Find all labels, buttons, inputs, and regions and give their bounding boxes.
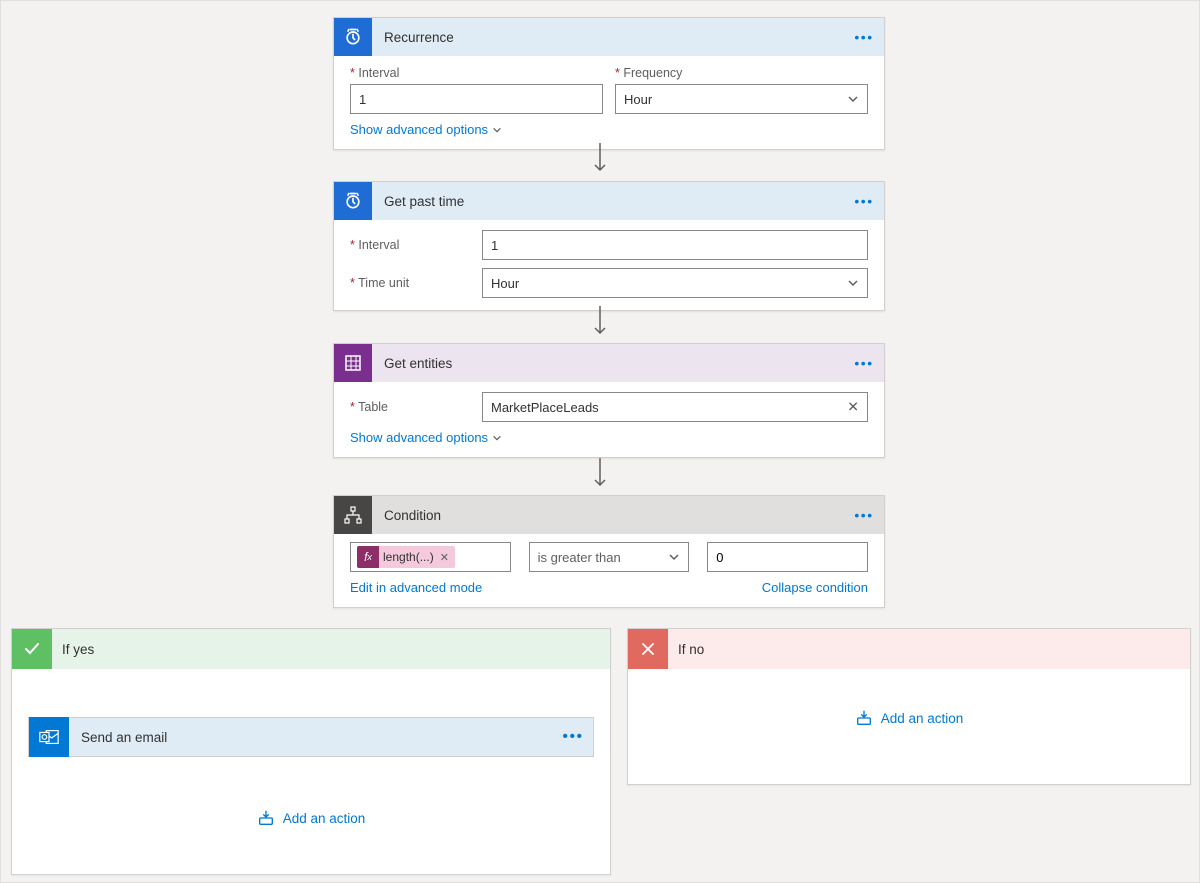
if-yes-add-action-button[interactable]: Add an action [28,809,594,827]
gpt-timeunit-label: * Time unit [350,276,470,290]
outlook-icon [29,717,69,757]
if-no-branch: If no Add an action [627,628,1191,785]
frequency-select[interactable]: Hour [615,84,868,114]
get-past-time-card: Get past time ••• * Interval 1 * Time un… [333,181,885,311]
table-icon [334,344,372,382]
flow-arrow-icon [591,304,609,345]
clock-icon [334,18,372,56]
if-no-title: If no [668,642,714,657]
condition-operator-select[interactable]: is greater than [529,542,690,572]
get-entities-more-button[interactable]: ••• [844,355,884,371]
chevron-down-icon [492,433,502,443]
flow-arrow-icon [591,456,609,497]
get-past-time-title: Get past time [372,194,844,209]
edit-advanced-mode-link[interactable]: Edit in advanced mode [350,580,482,595]
if-no-add-action-button[interactable]: Add an action [644,709,1174,727]
condition-title: Condition [372,508,844,523]
if-yes-title: If yes [52,642,104,657]
clear-icon[interactable]: ✕ [847,399,859,416]
condition-more-button[interactable]: ••• [844,507,884,523]
table-input[interactable]: MarketPlaceLeads ✕ [482,392,868,422]
add-action-icon [257,809,275,827]
gpt-timeunit-select[interactable]: Hour [482,268,868,298]
entities-advanced-link[interactable]: Show advanced options [350,430,502,445]
send-email-card[interactable]: Send an email ••• [28,717,594,757]
condition-lhs-input[interactable]: fx length(...) ✕ [350,542,511,572]
condition-rhs-input[interactable]: 0 [707,542,868,572]
check-icon [12,629,52,669]
flow-arrow-icon [591,141,609,182]
interval-label: * Interval [350,66,603,80]
recurrence-more-button[interactable]: ••• [844,29,884,45]
frequency-label: * Frequency [615,66,868,80]
recurrence-advanced-link[interactable]: Show advanced options [350,122,502,137]
get-entities-card: Get entities ••• * Table MarketPlaceLead… [333,343,885,458]
chevron-down-icon [668,551,680,563]
add-action-icon [855,709,873,727]
gpt-interval-input[interactable]: 1 [482,230,868,260]
if-yes-branch: If yes Send an email ••• Add an action [11,628,611,875]
chevron-down-icon [847,93,859,105]
chevron-down-icon [847,277,859,289]
chip-remove-icon[interactable]: ✕ [440,551,449,564]
clock-icon [334,182,372,220]
send-email-title: Send an email [69,730,553,745]
table-label: * Table [350,400,470,414]
fx-chip[interactable]: fx length(...) ✕ [357,546,455,568]
condition-icon [334,496,372,534]
get-entities-title: Get entities [372,356,844,371]
gpt-interval-label: * Interval [350,238,470,252]
collapse-condition-link[interactable]: Collapse condition [762,580,868,595]
get-past-time-more-button[interactable]: ••• [844,193,884,209]
chevron-down-icon [492,125,502,135]
close-icon [628,629,668,669]
condition-card: Condition ••• fx length(...) ✕ is greate… [333,495,885,608]
recurrence-title: Recurrence [372,30,844,45]
recurrence-card: Recurrence ••• * Interval 1 * Frequency … [333,17,885,150]
fx-icon: fx [357,546,379,568]
send-email-more-button[interactable]: ••• [553,728,593,746]
interval-input[interactable]: 1 [350,84,603,114]
